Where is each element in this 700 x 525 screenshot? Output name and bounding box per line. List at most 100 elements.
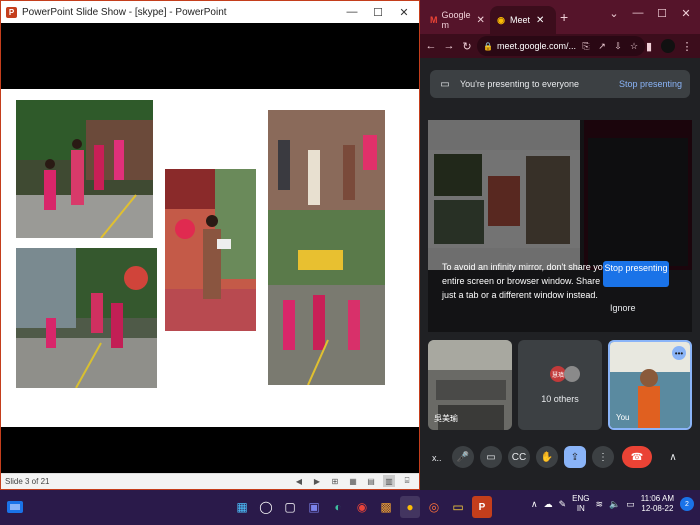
show-hidden-icons-icon[interactable]: ∧ [531, 499, 538, 510]
self-name: You [616, 413, 630, 422]
slide-photo-1 [16, 100, 153, 238]
close-button[interactable]: ✕ [391, 1, 417, 23]
clock-date: 12-08-22 [641, 504, 674, 513]
slide-sorter-icon[interactable]: ▦ [347, 475, 359, 487]
tab-meet[interactable]: ◉ Meet ✕ [490, 6, 556, 34]
bookmark-star-icon[interactable]: ☆ [627, 39, 641, 53]
profile-avatar[interactable] [661, 39, 675, 53]
close-button[interactable]: ✕ [674, 2, 698, 24]
more-options-icon[interactable]: ⋮ [592, 446, 614, 468]
language-code: ENG [572, 494, 590, 503]
new-tab-button[interactable]: + [560, 9, 568, 25]
omnibox-icons: ⎘ ↗ ⇩ ☆ [579, 39, 641, 53]
camera-icon[interactable]: ▭ [480, 446, 502, 468]
install-icon[interactable]: ⇩ [611, 39, 625, 53]
lock-icon: 🔒 [483, 41, 493, 51]
search-icon[interactable]: ◯ [256, 496, 276, 518]
meeting-code: x.. [432, 453, 442, 463]
more-options-icon[interactable]: ••• [672, 346, 686, 360]
previous-slide-icon[interactable]: ◀ [293, 475, 305, 487]
others-tile[interactable]: 慧瑱 10 others [518, 340, 602, 430]
file-explorer-icon[interactable]: ▭ [448, 496, 468, 518]
reload-icon[interactable]: ↻ [458, 37, 476, 55]
chrome-toolbar: ← → ↻ 🔒 meet.google.com/... ⎘ ↗ ⇩ ☆ ▮ ⋮ [420, 34, 700, 58]
restore-button[interactable]: ☐ [365, 1, 391, 23]
pen-icon[interactable]: ✎ [559, 499, 567, 510]
screen-share-icon[interactable]: ⎘ [579, 39, 593, 53]
start-icon[interactable]: ▦ [232, 496, 252, 518]
tab-google-mail[interactable]: M Google m ✕ [424, 6, 490, 34]
slideshow-stage[interactable] [1, 23, 419, 473]
meet-icon: ◉ [497, 14, 505, 25]
desktop: P PowerPoint Slide Show - [skype] - Powe… [0, 0, 700, 525]
chrome-window-controls: ⌄ — ☐ ✕ [602, 2, 698, 24]
self-tile[interactable]: You ••• [608, 340, 692, 430]
participant-tiles: 吳美瑜 慧瑱 10 others You ••• [428, 340, 692, 430]
slide-indicator: Slide 3 of 21 [5, 477, 50, 486]
chrome-window: M Google m ✕ ◉ Meet ✕ + ⌄ — ☐ ✕ ← → ↻ 🔒 [420, 0, 700, 490]
wifi-icon[interactable]: ≋ [596, 499, 604, 510]
powerpoint-icon: P [6, 6, 17, 18]
photo-graphic [165, 169, 256, 331]
widgets-graphic [7, 501, 23, 513]
slide-photo-4 [268, 110, 385, 385]
status-icons: ◀ ▶ ⊞ ▦ ▤ ▥ ⌸ [293, 475, 413, 487]
task-view-icon[interactable]: ▢ [280, 496, 300, 518]
minimize-button[interactable]: — [339, 1, 365, 23]
raise-hand-icon[interactable]: ✋ [536, 446, 558, 468]
system-tray: ∧ ☁ ✎ ENG IN ≋ 🔈 ▭ 11:06 AM 12-08-22 2 [531, 494, 694, 514]
tab-search-icon[interactable]: ⌄ [602, 2, 626, 24]
toolbar-right: ▮ ⋮ [640, 37, 696, 55]
side-panel-icon[interactable]: ▮ [640, 37, 658, 55]
taskbar: ▦ ◯ ▢ ▣ ◐ ◉ ▩ ● ◎ ▭ P ∧ ☁ ✎ ENG IN ≋ 🔈 ▭… [0, 490, 700, 525]
reading-view-icon[interactable]: ▤ [365, 475, 377, 487]
present-icon[interactable]: ⇪ [564, 446, 586, 468]
edge-icon[interactable]: ◐ [328, 496, 348, 518]
office-icon[interactable]: ◉ [352, 496, 372, 518]
notification-badge[interactable]: 2 [680, 497, 694, 511]
tab-title: Google m [441, 10, 471, 30]
screen-icon: ▭ [440, 78, 450, 90]
close-tab-icon[interactable]: ✕ [536, 15, 544, 26]
participant-tile[interactable]: 吳美瑜 [428, 340, 512, 430]
expand-icon[interactable]: ∧ [662, 446, 684, 468]
fit-slide-icon[interactable]: ⌸ [401, 475, 413, 487]
volume-icon[interactable]: 🔈 [609, 499, 620, 510]
stop-presenting-button[interactable]: Stop presenting [603, 261, 669, 287]
close-tab-icon[interactable]: ✕ [477, 15, 485, 26]
widgets-icon[interactable] [6, 498, 24, 516]
forward-icon[interactable]: → [440, 37, 458, 55]
battery-icon[interactable]: ▭ [626, 499, 635, 510]
infinity-mirror-warning: To avoid an infinity mirror, don't share… [442, 262, 611, 300]
url-text: meet.google.com/... [496, 41, 577, 51]
onedrive-icon[interactable]: ☁ [544, 499, 553, 510]
teams-icon[interactable]: ▣ [304, 496, 324, 518]
store-icon[interactable]: ▩ [376, 496, 396, 518]
captions-icon[interactable]: CC [508, 446, 530, 468]
next-slide-icon[interactable]: ▶ [311, 475, 323, 487]
slide-photo-3 [165, 169, 256, 331]
firefox-icon[interactable]: ◎ [424, 496, 444, 518]
share-icon[interactable]: ↗ [595, 39, 609, 53]
slide [1, 89, 419, 427]
language-region: IN [576, 504, 585, 513]
normal-view-icon[interactable]: ⊞ [329, 475, 341, 487]
microphone-icon[interactable]: 🎤 [452, 446, 474, 468]
photo-graphic [16, 248, 157, 388]
gmail-icon: M [430, 15, 438, 25]
chrome-icon[interactable]: ● [400, 496, 420, 518]
stop-presenting-link[interactable]: Stop presenting [619, 79, 682, 89]
ignore-button[interactable]: Ignore [610, 303, 636, 313]
address-bar[interactable]: 🔒 meet.google.com/... ⎘ ↗ ⇩ ☆ [477, 36, 645, 56]
leave-call-icon[interactable]: ☎ [622, 446, 652, 468]
clock[interactable]: 11:06 AM 12-08-22 [641, 494, 674, 514]
participant-name: 吳美瑜 [434, 414, 458, 423]
powerpoint-taskbar-icon[interactable]: P [472, 496, 492, 518]
chrome-menu-icon[interactable]: ⋮ [678, 37, 696, 55]
language-indicator[interactable]: ENG IN [572, 494, 589, 514]
minimize-button[interactable]: — [626, 2, 650, 24]
restore-button[interactable]: ☐ [650, 2, 674, 24]
taskbar-apps: ▦ ◯ ▢ ▣ ◐ ◉ ▩ ● ◎ ▭ P [232, 496, 492, 518]
slideshow-view-icon[interactable]: ▥ [383, 475, 395, 487]
back-icon[interactable]: ← [422, 37, 440, 55]
